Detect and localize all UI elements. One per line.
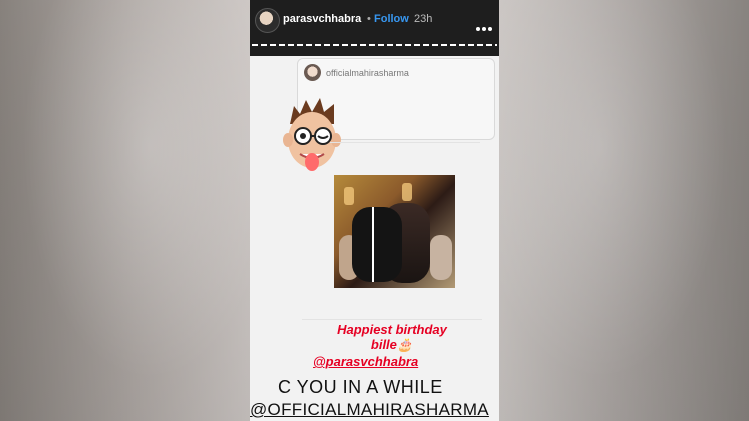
story-frame: parasvchhabra • Follow 23h officialmahir… [250,0,499,421]
card-avatar [304,64,321,81]
username[interactable]: parasvchhabra [283,13,361,25]
divider [302,319,482,320]
more-options-icon[interactable] [476,18,494,31]
caption-mention[interactable]: @OFFICIALMAHIRASHARMA [250,400,489,419]
background-blur-left [0,0,250,421]
birthday-line-1: Happiest birthday [337,322,447,337]
hug-photo [334,175,455,288]
caption-mention-line[interactable]: @OFFICIALMAHIRASHARMA [250,400,489,420]
story-time: 23h [414,13,433,25]
story-header: parasvchhabra • Follow 23h [250,0,499,56]
birthday-text: Happiest birthday bille🎂 [312,322,472,352]
background-blur-right [499,0,749,421]
follow-button[interactable]: Follow [374,13,409,25]
avatar[interactable] [255,8,280,33]
separator-dot: • [367,13,371,25]
story-progress-bar [252,44,497,46]
mention-link[interactable]: @parasvchhabra [313,354,418,369]
caption-line-1: C YOU IN A WHILE [278,377,443,397]
card-username: officialmahirasharma [326,68,409,78]
divider [330,142,480,143]
birthday-line-2: bille🎂 [370,337,414,352]
memoji-sticker [283,98,341,171]
